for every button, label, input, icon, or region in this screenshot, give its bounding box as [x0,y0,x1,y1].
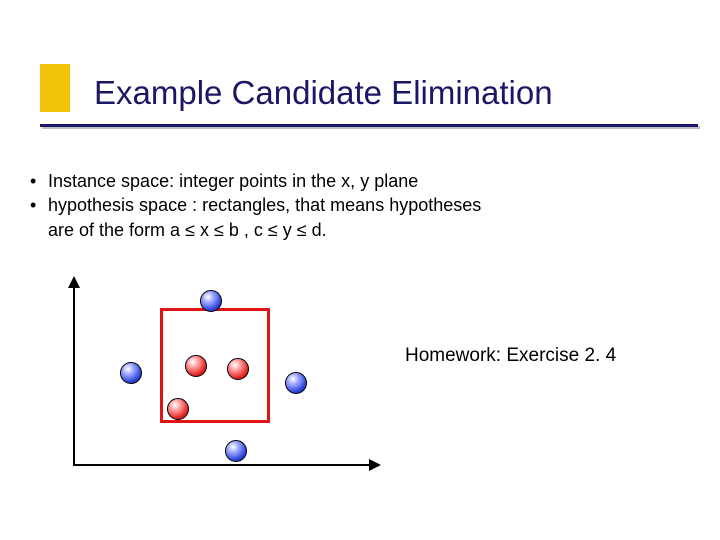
point-neg [225,440,247,462]
bullet-marker: • [30,194,48,217]
title-bar: Example Candidate Elimination [40,72,700,144]
point-pos [227,358,249,380]
bullet-1-text: Instance space: integer points in the x,… [48,170,680,193]
bullet-list: • Instance space: integer points in the … [30,170,680,242]
point-neg [200,290,222,312]
y-axis [73,286,75,466]
slide-title: Example Candidate Elimination [94,74,553,112]
bullet-marker: • [30,170,48,193]
homework-text: Homework: Exercise 2. 4 [405,345,616,367]
point-neg [285,372,307,394]
scatter-chart [55,280,375,480]
point-pos [185,355,207,377]
bullet-2-continuation: are of the form a ≤ x ≤ b , c ≤ y ≤ d. [30,219,680,242]
underline [40,124,698,127]
x-axis [73,464,371,466]
bullet-2: • hypothesis space : rectangles, that me… [30,194,680,217]
point-neg [120,362,142,384]
point-pos [167,398,189,420]
accent-square [40,64,70,112]
bullet-2-text: hypothesis space : rectangles, that mean… [48,194,680,217]
bullet-1: • Instance space: integer points in the … [30,170,680,193]
